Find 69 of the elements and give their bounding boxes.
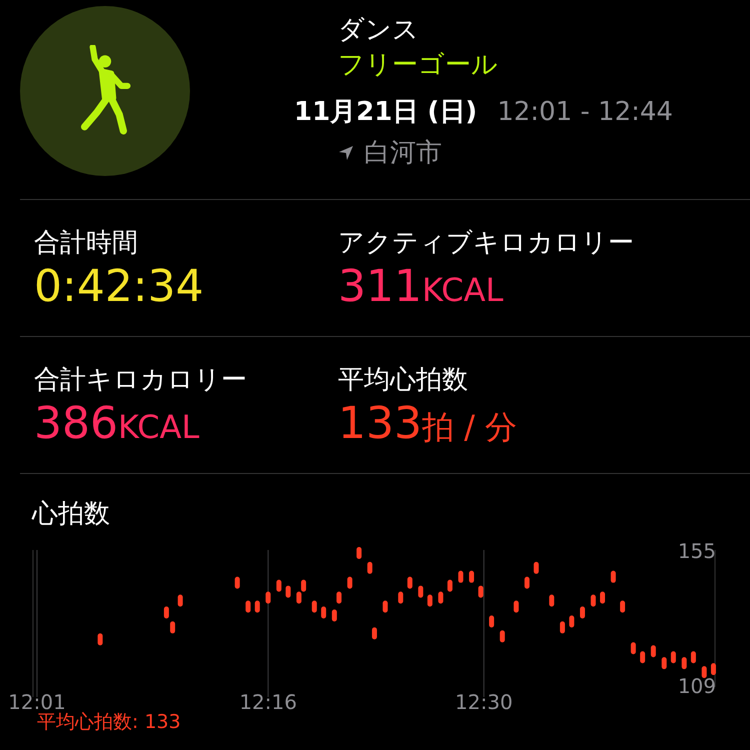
heart-rate-point [610,570,616,583]
heart-rate-point [356,546,362,559]
workout-goal: フリーゴール [338,49,499,82]
heart-rate-point [286,586,291,598]
heart-rate-point [489,615,494,628]
metric-value: 386KCAL [34,397,200,451]
heart-rate-point [549,594,554,607]
workout-location: 白河市 [364,137,442,170]
heart-rate-point [347,576,352,589]
heart-rate-point [569,615,574,628]
heart-rate-point [478,586,484,598]
heart-rate-point [418,586,424,598]
heart-rate-point [710,663,716,676]
heart-rate-point [534,562,539,574]
heart-rate-point [312,600,317,613]
heart-rate-point [266,592,271,604]
heart-rate-point [620,600,626,613]
heart-rate-point [458,570,464,583]
workout-date: 11月21日 (日) [294,96,478,129]
heart-rate-point [234,576,240,589]
heart-rate-point [372,627,377,640]
workout-time: 12:01 - 12:44 [497,97,673,127]
heart-rate-point [580,606,585,619]
metric-value: 133拍 / 分 [338,397,518,451]
heart-rate-point [98,633,103,646]
heart-rate-point [276,580,282,592]
heart-rate-point [170,621,176,634]
heart-rate-point [682,657,687,670]
heart-rate-point [670,651,676,664]
heart-rate-point [702,666,707,678]
heart-rate-point [178,594,183,607]
heart-rate-point [336,592,342,604]
metric-label: アクティブキロカロリー [338,227,635,260]
heart-rate-point [427,594,432,607]
heart-rate-point [438,592,444,604]
heart-rate-point [514,600,519,613]
metric-value: 311 KCAL [338,260,504,314]
axis-tick-label: 109 [678,674,716,698]
heart-rate-point [662,657,667,670]
heart-rate-point [367,562,372,574]
heart-rate-point [630,642,636,654]
chart-title: 心拍数 [32,498,111,531]
heart-rate-point [500,630,505,642]
heart-rate-point [640,651,646,664]
heart-rate-point [524,576,530,589]
heart-rate-point [398,592,404,604]
heart-rate-point [254,600,260,613]
heart-rate-point [650,645,656,658]
heart-rate-point [332,610,337,622]
heart-rate-point [690,651,696,664]
heart-rate-point [246,600,251,613]
axis-tick-label: 12:16 [239,690,297,714]
workout-name: ダンス [338,14,420,47]
axis-tick-label: 155 [678,539,716,563]
heart-rate-point [469,570,474,583]
heart-rate-point [382,600,388,613]
heart-rate-point [600,592,606,604]
heart-rate-point [560,621,565,634]
metric-value: 0:42:34 [34,260,205,314]
heart-rate-point [164,606,169,619]
metric-label: 合計キロカロリー [34,364,248,397]
metric-label: 平均心拍数 [338,364,469,397]
axis-tick-label: 12:30 [455,690,513,714]
heart-rate-point [407,576,412,589]
metric-label: 合計時間 [34,227,139,260]
location-arrow-icon [338,144,354,160]
heart-rate-point [447,580,452,592]
heart-rate-point [590,594,596,607]
heart-rate-point [321,606,326,619]
